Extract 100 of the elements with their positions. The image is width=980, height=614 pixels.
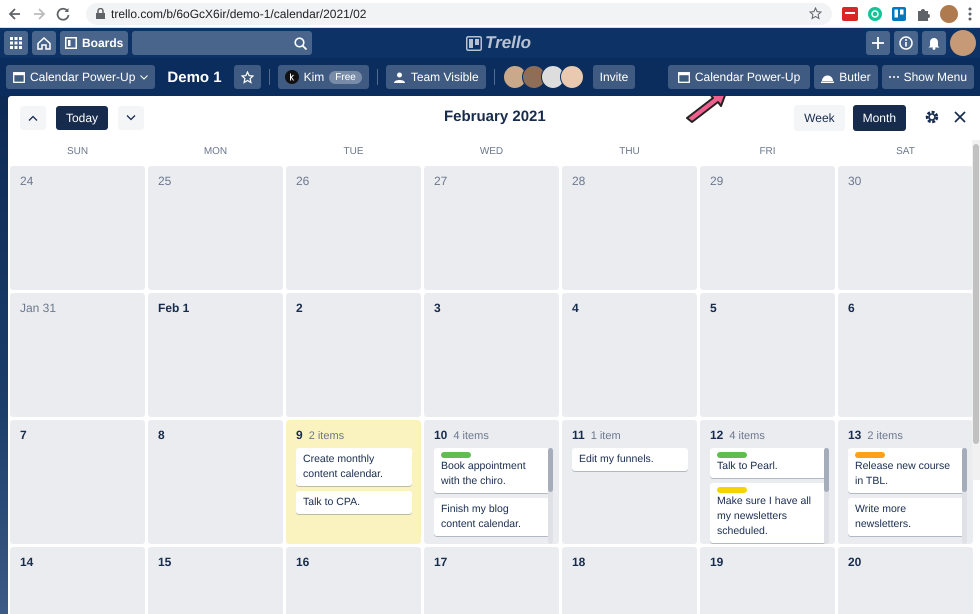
day-number: 20 bbox=[848, 555, 862, 569]
day-number: 26 bbox=[296, 174, 310, 188]
scrollbar[interactable] bbox=[548, 448, 553, 544]
info-button[interactable] bbox=[894, 31, 918, 55]
today-button[interactable]: Today bbox=[56, 106, 108, 130]
calendar-icon bbox=[678, 71, 690, 83]
member-avatar[interactable] bbox=[502, 65, 527, 89]
board-icon bbox=[466, 36, 482, 50]
star-icon bbox=[240, 70, 254, 84]
event-card[interactable]: Make sure I have all my newsletters scheduled. bbox=[710, 483, 826, 543]
apps-button[interactable] bbox=[4, 31, 28, 55]
event-card[interactable]: Talk to Pearl. bbox=[710, 448, 826, 478]
address-bar[interactable]: trello.com/b/6oGcX6ir/demo-1/calendar/2021/02 bbox=[86, 2, 832, 24]
item-count: 1 item bbox=[590, 430, 621, 442]
scrollbar[interactable] bbox=[962, 448, 967, 544]
scrollbar[interactable] bbox=[972, 140, 980, 480]
view-tab[interactable]: Week bbox=[794, 105, 845, 131]
workspace-button[interactable]: Kim Free bbox=[278, 65, 369, 89]
visibility-button[interactable]: Team Visible bbox=[386, 65, 486, 89]
day-number: 9 bbox=[296, 428, 303, 442]
power-up-dropdown[interactable]: Calendar Power-Up bbox=[6, 65, 156, 89]
notifications-button[interactable] bbox=[922, 31, 946, 55]
day-number: 11 bbox=[572, 428, 585, 442]
boards-button[interactable]: Boards bbox=[60, 31, 128, 55]
day-number: 6 bbox=[848, 301, 855, 315]
day-number: 19 bbox=[710, 555, 724, 569]
reload-icon[interactable] bbox=[56, 6, 70, 20]
chevron-down-icon bbox=[140, 74, 148, 80]
event-card[interactable]: Edit my funnels. bbox=[572, 448, 688, 471]
search-icon bbox=[294, 36, 308, 50]
day-number: 8 bbox=[158, 428, 165, 442]
search-field[interactable] bbox=[132, 31, 312, 55]
item-count: 2 items bbox=[308, 430, 344, 442]
back-icon[interactable] bbox=[8, 6, 22, 20]
chevron-up-icon bbox=[28, 115, 38, 121]
member-avatar[interactable] bbox=[560, 65, 584, 89]
day-number: 5 bbox=[710, 301, 717, 315]
day-number: 30 bbox=[848, 174, 862, 188]
create-button[interactable] bbox=[866, 31, 890, 55]
invite-button[interactable]: Invite bbox=[592, 65, 636, 89]
view-tab[interactable]: Month bbox=[852, 105, 906, 131]
scrollbar[interactable] bbox=[824, 448, 829, 544]
event-card[interactable]: Finish my blog content calendar. bbox=[434, 498, 550, 536]
calendar-power-up-button[interactable]: Calendar Power-Up bbox=[668, 65, 810, 89]
profile-avatar[interactable] bbox=[950, 30, 976, 56]
event-card[interactable]: Create monthly content calendar. bbox=[296, 448, 412, 486]
home-icon bbox=[37, 36, 51, 50]
star-button[interactable] bbox=[234, 65, 261, 89]
item-count: 4 items bbox=[453, 430, 489, 442]
day-number: 7 bbox=[20, 428, 27, 442]
workspace-icon bbox=[284, 70, 299, 84]
weekday-label: TUE bbox=[342, 146, 364, 156]
extension-icon[interactable] bbox=[842, 6, 858, 20]
day-number: Feb 1 bbox=[158, 301, 190, 315]
day-number: 18 bbox=[572, 555, 586, 569]
avatar-icon[interactable] bbox=[940, 4, 958, 22]
day-number: 17 bbox=[434, 555, 448, 569]
day-number: 15 bbox=[158, 555, 172, 569]
day-number: 29 bbox=[710, 174, 724, 188]
info-icon bbox=[899, 36, 913, 50]
event-card[interactable]: Talk to CPA. bbox=[296, 491, 412, 514]
item-count: 2 items bbox=[867, 430, 903, 442]
board-extension-icon[interactable] bbox=[892, 6, 906, 20]
board-name[interactable]: Demo 1 bbox=[163, 68, 226, 86]
day-number: 4 bbox=[572, 301, 579, 315]
board-icon bbox=[65, 37, 77, 49]
star-icon[interactable] bbox=[809, 7, 822, 20]
event-card[interactable]: Write more newsletters. bbox=[848, 498, 964, 536]
month-title: February 2021 bbox=[444, 108, 546, 125]
day-number: 27 bbox=[434, 174, 448, 188]
weekday-label: THU bbox=[618, 146, 641, 156]
weekday-label: SAT bbox=[895, 146, 916, 156]
item-count: 4 items bbox=[729, 430, 765, 442]
day-number: 25 bbox=[158, 174, 172, 188]
show-menu-button[interactable]: Show Menu bbox=[882, 65, 974, 89]
calendar-icon bbox=[13, 71, 25, 83]
event-card[interactable]: Release new course in TBL. bbox=[848, 448, 964, 493]
bell-icon bbox=[928, 36, 940, 50]
day-number: 2 bbox=[296, 301, 303, 315]
next-button[interactable] bbox=[118, 106, 144, 130]
day-number: 12 bbox=[710, 428, 724, 442]
lock-icon bbox=[96, 8, 105, 19]
close-icon bbox=[954, 110, 966, 122]
weekday-label: SUN bbox=[66, 146, 90, 156]
chevron-down-icon bbox=[126, 115, 136, 121]
day-number: 14 bbox=[20, 555, 34, 569]
team-icon bbox=[392, 72, 406, 82]
home-button[interactable] bbox=[32, 31, 56, 55]
day-number: Jan 31 bbox=[20, 301, 56, 315]
trello-logo[interactable]: Trello bbox=[466, 33, 531, 53]
butler-button[interactable]: Butler bbox=[814, 65, 878, 89]
grid-icon bbox=[10, 37, 22, 49]
puzzle-icon[interactable] bbox=[916, 6, 930, 20]
day-number: 13 bbox=[848, 428, 862, 442]
day-number: 24 bbox=[20, 174, 34, 188]
settings-icon bbox=[924, 108, 940, 124]
more-icon[interactable] bbox=[968, 6, 972, 20]
weekday-label: MON bbox=[202, 146, 228, 156]
event-card[interactable]: Book appointment with the chiro. bbox=[434, 448, 550, 493]
weekday-label: FRI bbox=[758, 146, 777, 156]
